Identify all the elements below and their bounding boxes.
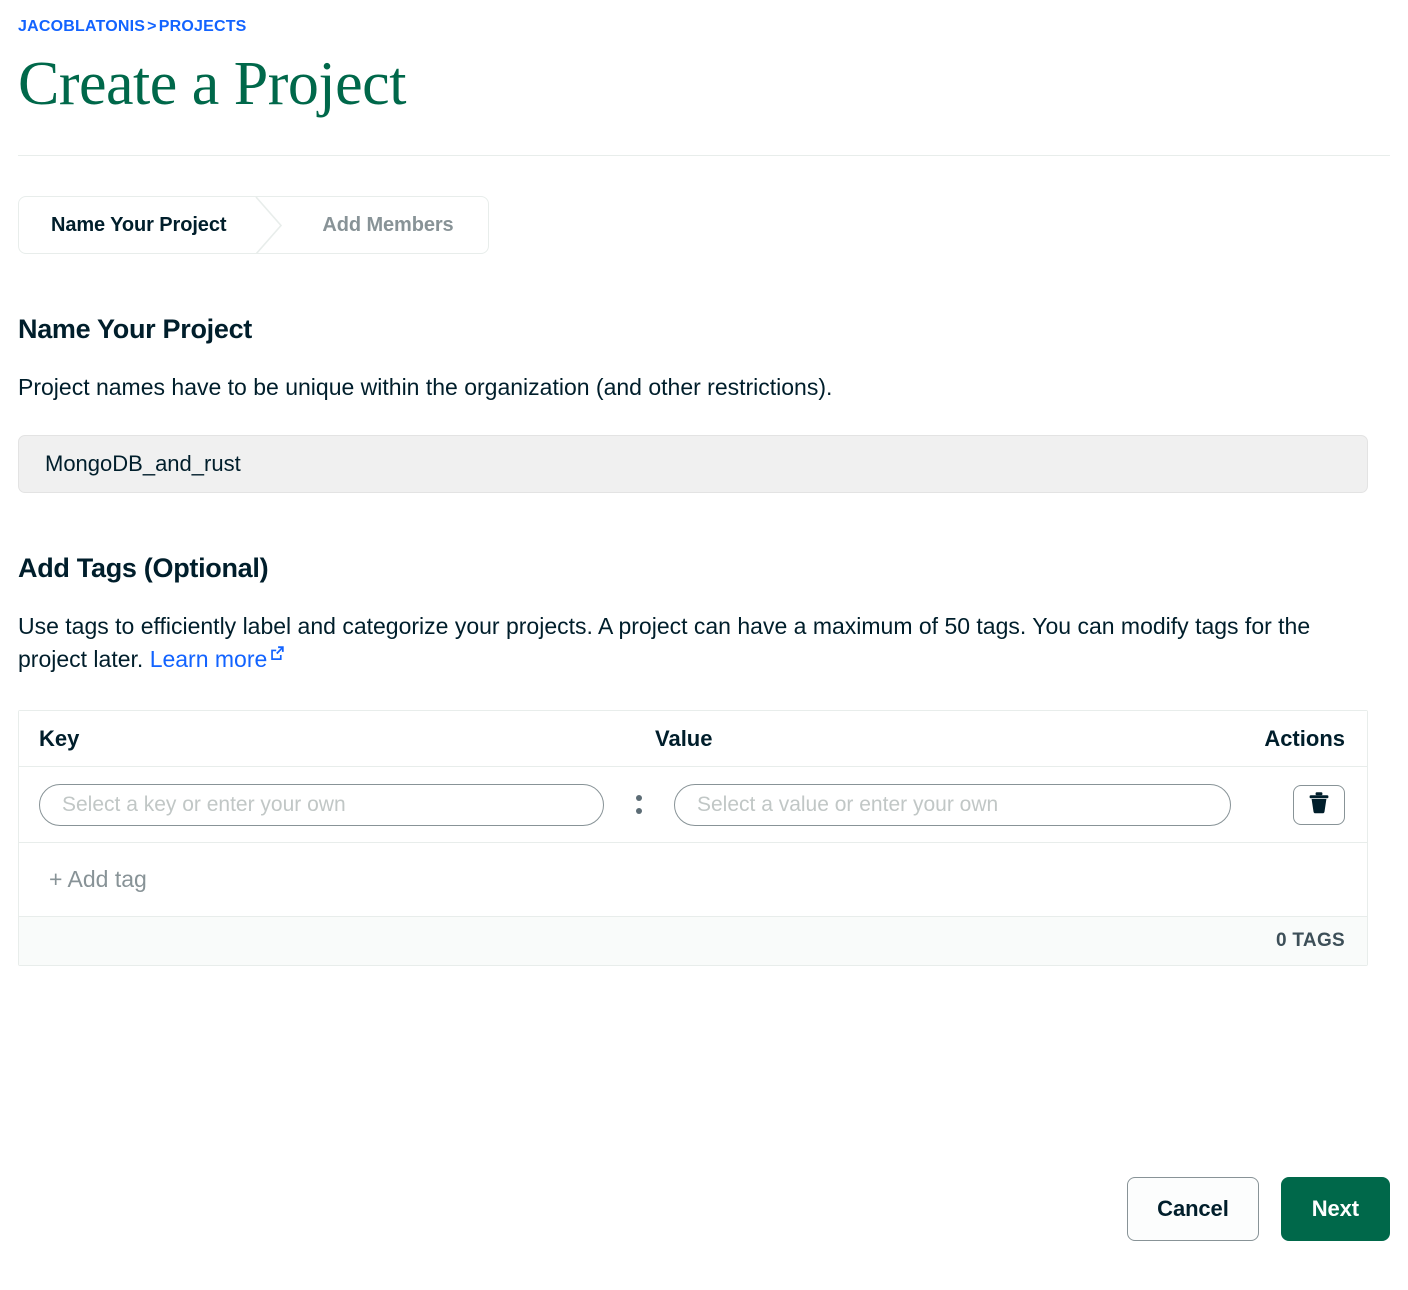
column-header-actions: Actions xyxy=(1255,726,1367,752)
cancel-button[interactable]: Cancel xyxy=(1127,1177,1259,1241)
table-row xyxy=(19,767,1367,843)
learn-more-link[interactable]: Learn more xyxy=(150,646,286,672)
header-divider xyxy=(18,155,1390,156)
learn-more-label: Learn more xyxy=(150,646,268,672)
breadcrumb-item-projects[interactable]: PROJECTS xyxy=(159,18,247,35)
tags-table-footer: 0 TAGS xyxy=(19,917,1367,965)
breadcrumb-item-org[interactable]: JACOBLATONIS xyxy=(18,18,145,35)
step-chevron-icon xyxy=(254,197,284,253)
tags-table: Key Value Actions xyxy=(18,710,1368,966)
breadcrumb-separator: > xyxy=(147,18,157,35)
step-name-your-project[interactable]: Name Your Project xyxy=(19,197,254,253)
trash-icon xyxy=(1308,791,1330,818)
tags-section-description: Use tags to efficiently label and catego… xyxy=(18,610,1363,677)
tag-key-cell xyxy=(39,784,604,826)
tag-key-input[interactable] xyxy=(39,784,604,826)
add-tag-row[interactable]: + Add tag xyxy=(19,843,1367,917)
key-value-separator-icon xyxy=(604,795,674,814)
tags-table-header: Key Value Actions xyxy=(19,711,1367,767)
tag-value-input[interactable] xyxy=(674,784,1231,826)
create-project-page: JACOBLATONIS>PROJECTS Create a Project N… xyxy=(0,0,1408,966)
column-header-value: Value xyxy=(655,726,1255,752)
name-section-heading: Name Your Project xyxy=(18,314,1390,345)
tags-section-heading: Add Tags (Optional) xyxy=(18,553,1390,584)
breadcrumb: JACOBLATONIS>PROJECTS xyxy=(18,0,1390,36)
step-add-members-label: Add Members xyxy=(322,214,453,237)
step-add-members[interactable]: Add Members xyxy=(284,197,487,253)
external-link-icon xyxy=(269,637,285,670)
tag-actions-cell xyxy=(1231,785,1367,825)
name-section-description: Project names have to be unique within t… xyxy=(18,371,1363,404)
column-header-key: Key xyxy=(19,726,655,752)
wizard-stepper: Name Your Project Add Members xyxy=(18,196,489,254)
add-tag-button[interactable]: + Add tag xyxy=(49,866,147,893)
step-name-your-project-label: Name Your Project xyxy=(51,214,226,237)
footer-actions: Cancel Next xyxy=(1127,1177,1390,1241)
project-name-input[interactable] xyxy=(18,435,1368,493)
page-title: Create a Project xyxy=(18,52,1390,117)
delete-tag-button[interactable] xyxy=(1293,785,1345,825)
next-button[interactable]: Next xyxy=(1281,1177,1390,1241)
tag-value-cell xyxy=(674,784,1231,826)
tags-count-label: 0 TAGS xyxy=(1276,930,1345,952)
